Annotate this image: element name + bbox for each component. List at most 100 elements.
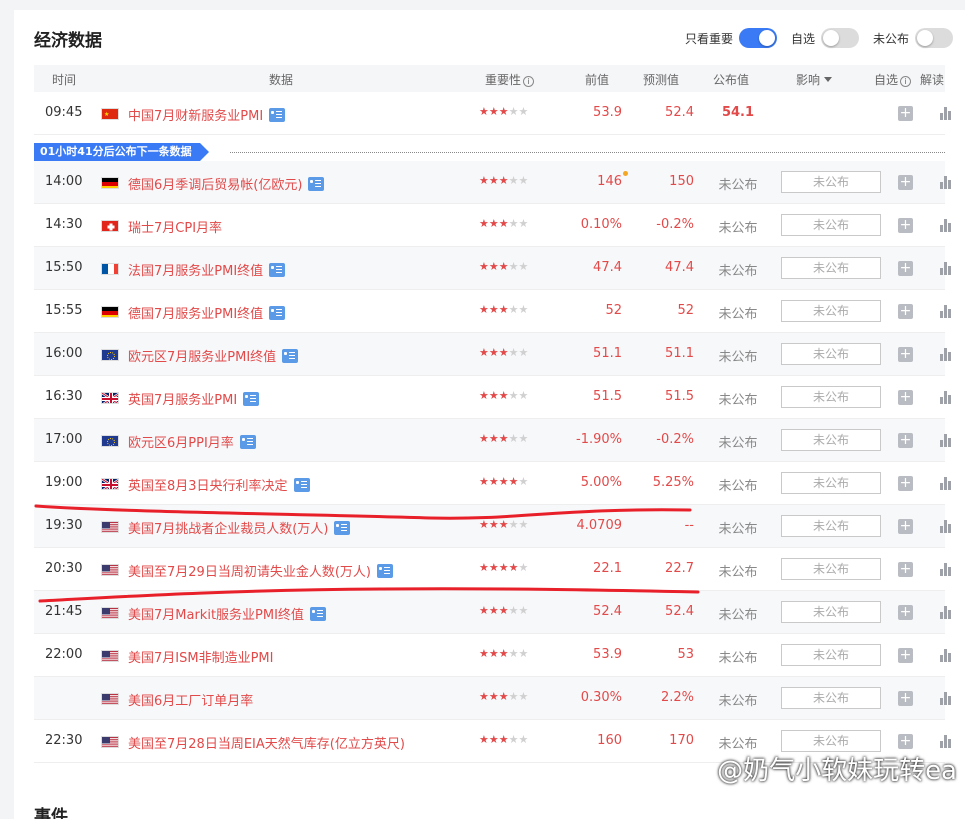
row-time: 14:00 [45, 174, 83, 189]
event-link[interactable]: 美国7月ISM非制造业PMI [128, 647, 273, 666]
add-watchlist-button[interactable]: + [898, 605, 913, 620]
importance-stars: ★★★★★ [479, 733, 529, 746]
add-watchlist-button[interactable]: + [898, 734, 913, 749]
switch-off[interactable] [820, 28, 859, 48]
event-link[interactable]: 瑞士7月CPI月率 [128, 217, 222, 236]
chart-bars-icon[interactable] [939, 691, 953, 705]
countdown-badge: 01小时41分后公布下一条数据 [34, 143, 209, 161]
doc-icon[interactable] [309, 607, 326, 621]
event-link[interactable]: 美国至7月28日当周EIA天然气库存(亿立方英尺) [128, 733, 405, 752]
event-link[interactable]: 法国7月服务业PMI终值 [128, 260, 286, 279]
prev-value: 146 [554, 171, 628, 189]
prev-value: 52.4 [593, 604, 622, 619]
info-icon: i [523, 76, 535, 87]
add-watchlist-button[interactable]: + [898, 261, 913, 276]
prev-value: 52 [605, 303, 622, 318]
doc-icon[interactable] [269, 108, 286, 122]
event-link[interactable]: 美国7月挑战者企业裁员人数(万人) [128, 518, 351, 537]
chart-bars-icon[interactable] [939, 261, 953, 275]
add-watchlist-button[interactable]: + [898, 347, 913, 362]
chart-bars-icon[interactable] [939, 562, 953, 576]
add-watchlist-button[interactable]: + [898, 390, 913, 405]
published-value: 未公布 [718, 264, 758, 279]
forecast-value: -- [684, 518, 694, 533]
importance-stars: ★★★★★ [479, 518, 529, 531]
chart-bars-icon[interactable] [939, 106, 953, 120]
add-watchlist-button[interactable]: + [898, 106, 913, 121]
chart-bars-icon[interactable] [939, 605, 953, 619]
header-prev: 前值 [585, 73, 610, 87]
chart-bars-icon[interactable] [939, 390, 953, 404]
doc-icon[interactable] [243, 392, 260, 406]
row-time: 16:30 [45, 389, 83, 404]
published-value: 未公布 [718, 694, 758, 709]
impact-field: 未公布 [781, 300, 881, 322]
published-value: 未公布 [718, 565, 758, 580]
row-time: 19:30 [45, 518, 83, 533]
header-impact[interactable]: 影响 [796, 71, 833, 88]
row-time: 15:50 [45, 260, 83, 275]
chart-bars-icon[interactable] [939, 476, 953, 490]
published-value: 未公布 [718, 436, 758, 451]
chart-bars-icon[interactable] [939, 519, 953, 533]
event-link[interactable]: 美国6月工厂订单月率 [128, 690, 253, 709]
chart-bars-icon[interactable] [939, 648, 953, 662]
countdown-divider: 01小时41分后公布下一条数据 [34, 143, 945, 161]
table-row: 21:45 美国7月Markit服务业PMI终值 ★★★★★ 52.4 52.4 未公布 未… [34, 591, 951, 634]
flag-ch-icon [101, 220, 119, 232]
header-analysis: 解读 [920, 73, 945, 87]
chart-bars-icon[interactable] [939, 304, 953, 318]
add-watchlist-button[interactable]: + [898, 218, 913, 233]
event-link[interactable]: 德国7月服务业PMI终值 [128, 303, 286, 322]
add-watchlist-button[interactable]: + [898, 648, 913, 663]
toggle-watchlist[interactable]: 自选 [791, 28, 859, 48]
add-watchlist-button[interactable]: + [898, 519, 913, 534]
event-link[interactable]: 欧元区7月服务业PMI终值 [128, 346, 299, 365]
event-link[interactable]: 欧元区6月PPI月率 [128, 432, 256, 451]
event-link[interactable]: 英国至8月3日央行利率决定 [128, 475, 310, 494]
chart-bars-icon[interactable] [939, 347, 953, 361]
doc-icon[interactable] [376, 564, 393, 578]
flag-gb-icon [101, 478, 119, 490]
forecast-value: 52 [677, 303, 694, 318]
header-importance: 重要性 i [485, 71, 535, 88]
importance-stars: ★★★★★ [479, 346, 529, 359]
doc-icon[interactable] [282, 349, 299, 363]
forecast-value: -0.2% [656, 432, 694, 447]
chart-bars-icon[interactable] [939, 734, 953, 748]
importance-stars: ★★★★★ [479, 432, 529, 445]
doc-icon[interactable] [334, 521, 351, 535]
event-link[interactable]: 英国7月服务业PMI [128, 389, 260, 408]
toggle-important-only[interactable]: 只看重要 [685, 28, 777, 48]
add-watchlist-button[interactable]: + [898, 691, 913, 706]
add-watchlist-button[interactable]: + [898, 562, 913, 577]
impact-field: 未公布 [781, 343, 881, 365]
chart-bars-icon[interactable] [939, 433, 953, 447]
flag-de-icon [101, 306, 119, 318]
chart-bars-icon[interactable] [939, 218, 953, 232]
toggle-unpublished[interactable]: 未公布 [873, 28, 953, 48]
switch-on[interactable] [738, 28, 777, 48]
flag-us-icon [101, 693, 119, 705]
switch-off[interactable] [915, 28, 953, 48]
add-watchlist-button[interactable]: + [898, 476, 913, 491]
doc-icon[interactable] [269, 306, 286, 320]
chevron-down-icon [824, 77, 833, 82]
doc-icon[interactable] [239, 435, 256, 449]
doc-icon[interactable] [308, 177, 325, 191]
forecast-value: 53 [677, 647, 694, 662]
table-row: 14:30 瑞士7月CPI月率 ★★★★★ 0.10% -0.2% 未公布 未公布 + [34, 204, 951, 247]
add-watchlist-button[interactable]: + [898, 433, 913, 448]
event-link[interactable]: 美国至7月29日当周初请失业金人数(万人) [128, 561, 393, 580]
prev-value: 4.0709 [576, 518, 623, 533]
chart-bars-icon[interactable] [939, 175, 953, 189]
event-link[interactable]: 美国7月Markit服务业PMI终值 [128, 604, 326, 623]
flag-de-icon [101, 177, 119, 189]
event-link[interactable]: 中国7月财新服务业PMI [128, 105, 286, 124]
flag-us-icon [101, 607, 119, 619]
event-link[interactable]: 德国6月季调后贸易帐(亿欧元) [128, 174, 325, 193]
add-watchlist-button[interactable]: + [898, 304, 913, 319]
add-watchlist-button[interactable]: + [898, 175, 913, 190]
doc-icon[interactable] [269, 263, 286, 277]
doc-icon[interactable] [293, 478, 310, 492]
